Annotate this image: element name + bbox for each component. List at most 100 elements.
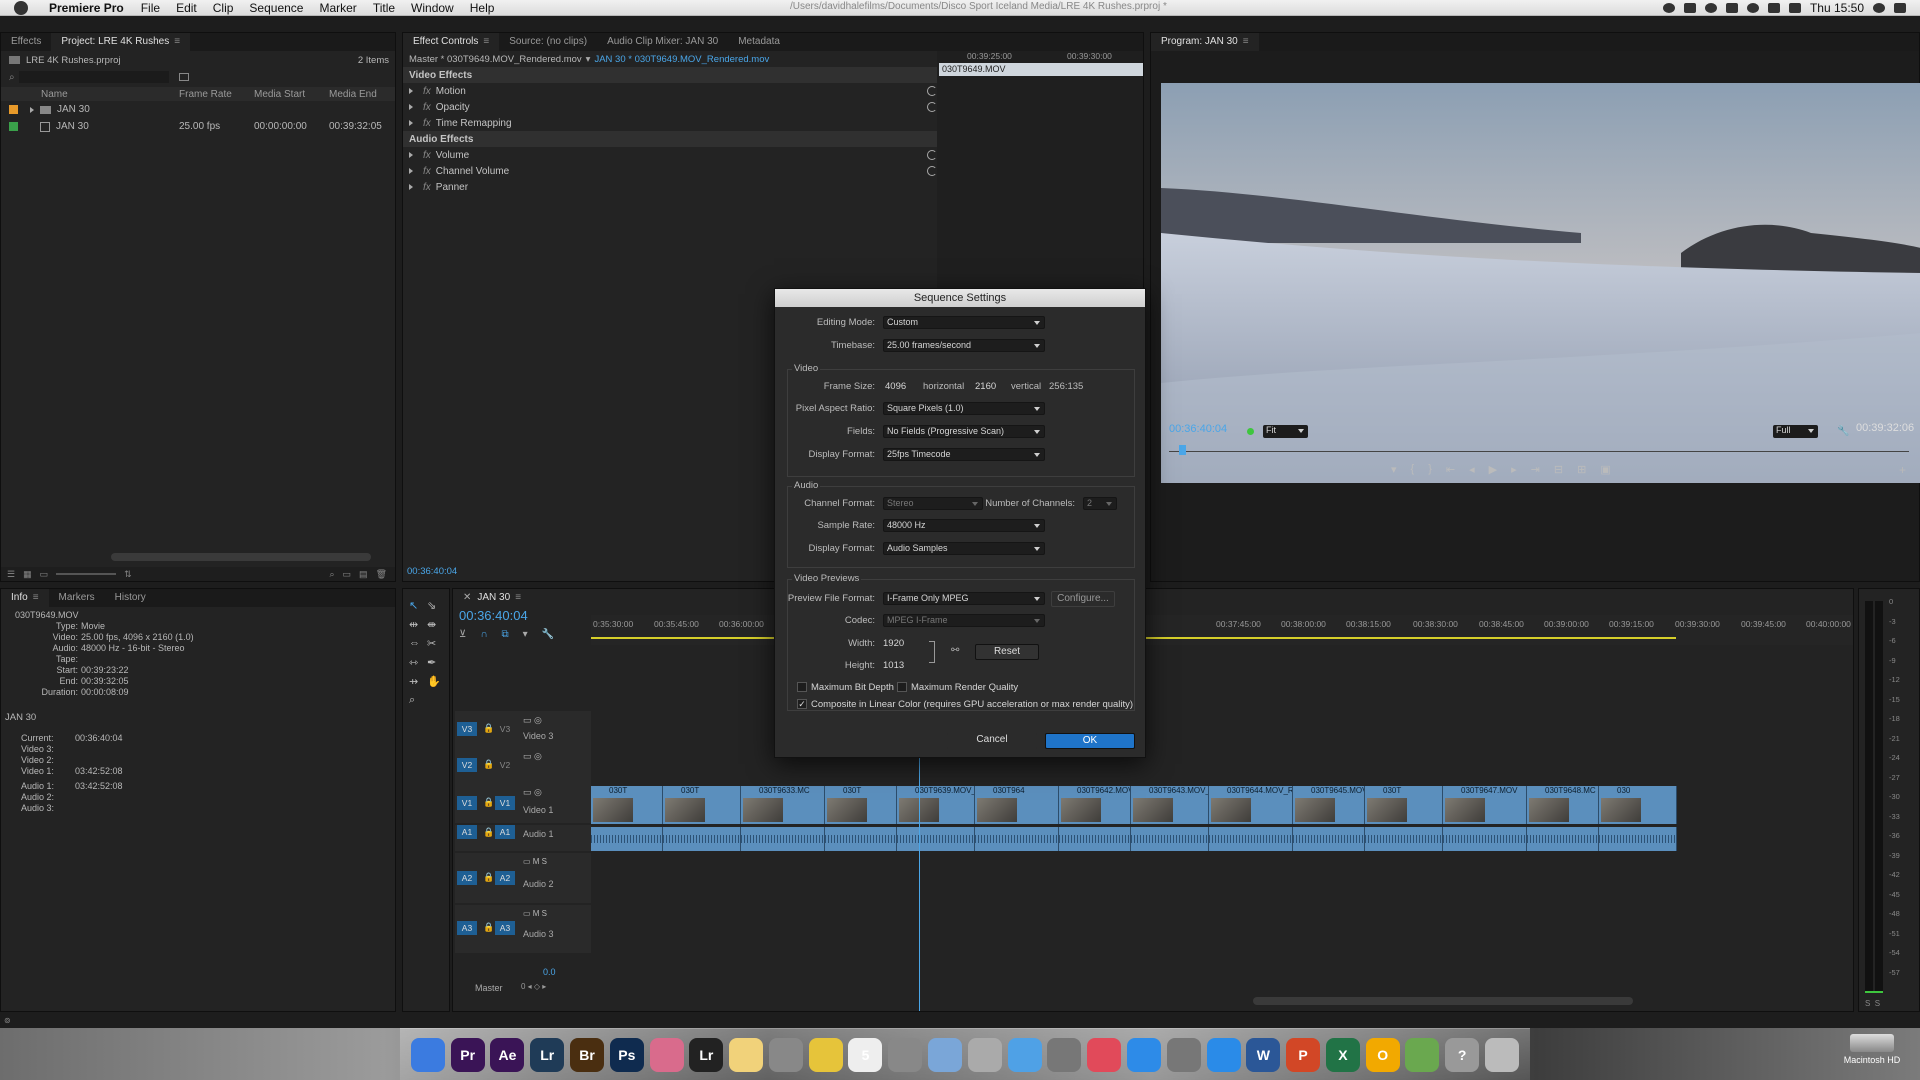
audio-clip[interactable] xyxy=(1365,827,1443,851)
zoom-select[interactable]: Fit xyxy=(1263,425,1308,438)
reset-icon[interactable] xyxy=(927,166,937,176)
effect-volume[interactable]: fx Volume xyxy=(403,147,937,163)
add-marker-icon[interactable]: ▾ xyxy=(523,629,528,640)
icon-view-icon[interactable]: ▦ xyxy=(23,569,32,580)
apple-icon[interactable] xyxy=(14,0,28,15)
sync-icon[interactable] xyxy=(1704,3,1717,13)
app-menu[interactable]: Premiere Pro xyxy=(40,1,133,15)
list-item[interactable]: JAN 30 xyxy=(1,101,395,118)
tab-markers[interactable]: Markers xyxy=(49,589,105,607)
video-clip[interactable]: 030 xyxy=(1599,786,1677,824)
program-timecode[interactable]: 00:36:40:04 xyxy=(1169,423,1227,435)
dock-app-icon[interactable]: Lr xyxy=(689,1037,724,1072)
solo-icons[interactable]: S S xyxy=(1865,999,1880,1008)
dock-app-icon[interactable] xyxy=(928,1037,963,1072)
menu-window[interactable]: Window xyxy=(403,1,462,15)
ok-button[interactable]: OK xyxy=(1045,733,1135,749)
dock-app-icon[interactable]: Br xyxy=(570,1037,605,1072)
mark-in-icon[interactable]: { xyxy=(1411,463,1415,476)
wrench-icon[interactable]: 🔧 xyxy=(1837,426,1849,437)
timeline-scrollbar[interactable] xyxy=(1253,997,1633,1005)
rolling-edit-icon[interactable]: ⇼ xyxy=(427,618,445,631)
menu-title[interactable]: Title xyxy=(365,1,403,15)
audio-display-select[interactable]: Audio Samples xyxy=(883,542,1045,555)
menu-help[interactable]: Help xyxy=(462,1,503,15)
video-clip[interactable]: 030T964 xyxy=(975,786,1059,824)
audio-clip[interactable] xyxy=(1131,827,1209,851)
audio-clip[interactable] xyxy=(1599,827,1677,851)
dock-app-icon[interactable]: Ae xyxy=(490,1037,525,1072)
search-input[interactable] xyxy=(18,71,169,83)
editing-mode-select[interactable]: Custom xyxy=(883,316,1045,329)
dock-app-icon[interactable] xyxy=(1007,1037,1042,1072)
slip-icon[interactable]: ⇿ xyxy=(409,656,427,669)
tab-sequence[interactable]: ✕ JAN 30 ≡ xyxy=(453,589,532,607)
link-icon[interactable]: ⚯ xyxy=(951,645,959,656)
effect-motion[interactable]: fx Motion xyxy=(403,83,937,99)
new-bin-button[interactable]: ▭ xyxy=(343,569,352,580)
channels-select[interactable]: 2 xyxy=(1083,497,1117,510)
video-clip[interactable]: 030T9633.MC xyxy=(741,786,825,824)
dock-app-icon[interactable]: X xyxy=(1325,1037,1360,1072)
list-item[interactable]: JAN 30 25.00 fps 00:00:00:00 00:39:32:05 xyxy=(1,118,395,135)
ripple-edit-icon[interactable]: ⇹ xyxy=(409,618,427,631)
effect-panner[interactable]: fx Panner xyxy=(403,179,937,195)
track-select-icon[interactable]: ⇘ xyxy=(427,599,445,612)
timebase-select[interactable]: 25.00 frames/second xyxy=(883,339,1045,352)
video-clip[interactable]: 030T9643.MOV_I xyxy=(1131,786,1209,824)
frame-height-value[interactable]: 2160 xyxy=(975,381,996,392)
reset-icon[interactable] xyxy=(927,102,937,112)
dropbox-icon[interactable] xyxy=(1683,3,1696,13)
track-header-a3[interactable]: A3 🔒 A3 ▭ M S Audio 3 xyxy=(455,905,591,953)
dock-app-icon[interactable]: P xyxy=(1286,1037,1321,1072)
video-clip[interactable]: 030T9647.MOV xyxy=(1443,786,1527,824)
freeform-icon[interactable]: ▭ xyxy=(40,569,49,580)
dock-app-icon[interactable] xyxy=(1047,1037,1082,1072)
rate-stretch-icon[interactable]: ⇔ xyxy=(409,637,427,650)
menu-edit[interactable]: Edit xyxy=(168,1,205,15)
cancel-button[interactable]: Cancel xyxy=(947,733,1037,749)
audio-clip[interactable] xyxy=(741,827,825,851)
step-back-icon[interactable]: ◂ xyxy=(1469,463,1475,476)
video-clip[interactable]: 030T9644.MOV_R xyxy=(1209,786,1293,824)
col-media-end[interactable]: Media End xyxy=(329,89,389,100)
expand-icon[interactable] xyxy=(30,106,34,113)
dock-app-icon[interactable]: O xyxy=(1365,1037,1400,1072)
dock-app-icon[interactable] xyxy=(967,1037,1002,1072)
audio-clip[interactable] xyxy=(1209,827,1293,851)
video-clip[interactable]: 030T xyxy=(591,786,663,824)
max-render-quality-checkbox[interactable] xyxy=(897,682,907,692)
ec-clip-bar[interactable]: 030T9649.MOV xyxy=(939,63,1143,76)
spotlight-icon[interactable] xyxy=(1873,3,1885,13)
go-in-icon[interactable]: ⇤ xyxy=(1446,463,1455,476)
expand-icon[interactable] xyxy=(409,88,413,94)
tab-project[interactable]: Project: LRE 4K Rushes ≡ xyxy=(51,33,191,51)
marker-icon[interactable]: ▾ xyxy=(1391,463,1397,476)
reset-icon[interactable] xyxy=(927,150,937,160)
menu-file[interactable]: File xyxy=(133,1,168,15)
frame-width-value[interactable]: 4096 xyxy=(885,381,906,392)
tab-program[interactable]: Program: JAN 30 ≡ xyxy=(1151,33,1259,51)
dock-app-icon[interactable] xyxy=(1484,1037,1519,1072)
video-clip[interactable]: 030T9639.MOV_Rend xyxy=(897,786,975,824)
expand-icon[interactable] xyxy=(409,104,413,110)
track-header-a1[interactable]: A1 🔒 A1 Audio 1 xyxy=(455,825,591,851)
clock[interactable]: Thu 15:50 xyxy=(1810,1,1864,15)
video-clip[interactable]: 030T xyxy=(1365,786,1443,824)
dock-app-icon[interactable] xyxy=(649,1037,684,1072)
nest-icon[interactable]: ⊻ xyxy=(459,629,466,640)
linked-selection-icon[interactable]: ⧉ xyxy=(502,629,509,640)
dock-app-icon[interactable]: W xyxy=(1246,1037,1281,1072)
find-icon[interactable]: ⌕ xyxy=(329,569,334,580)
track-header-a2[interactable]: A2 🔒 A2 ▭ M S Audio 2 xyxy=(455,853,591,903)
master-clip[interactable]: Master * 030T9649.MOV_Rendered.mov xyxy=(409,54,582,65)
mark-out-icon[interactable]: } xyxy=(1428,463,1432,476)
menu-marker[interactable]: Marker xyxy=(311,1,364,15)
export-frame-icon[interactable]: ▣ xyxy=(1600,463,1610,476)
wifi-icon[interactable] xyxy=(1725,3,1738,13)
reset-button[interactable]: Reset xyxy=(975,644,1039,660)
ec-timecode[interactable]: 00:36:40:04 xyxy=(407,566,457,577)
reset-icon[interactable] xyxy=(927,86,937,96)
battery-icon[interactable] xyxy=(1788,3,1801,13)
effect-time-remapping[interactable]: fx Time Remapping xyxy=(403,115,937,131)
